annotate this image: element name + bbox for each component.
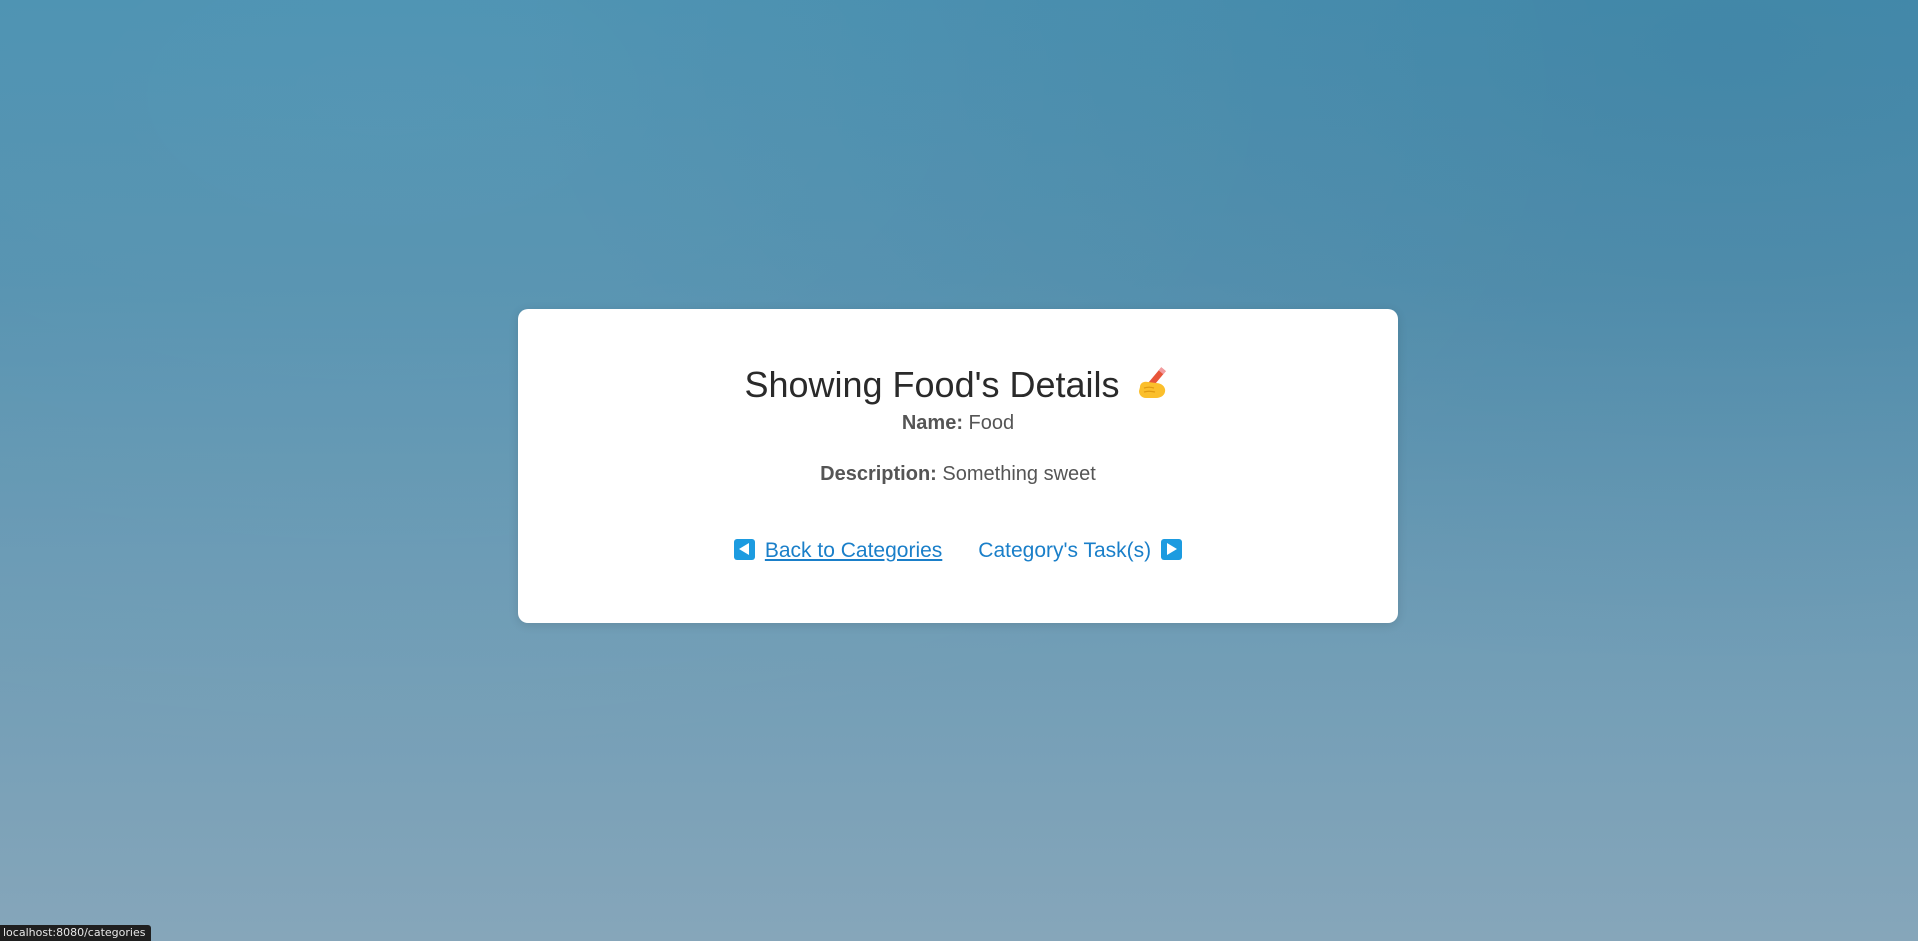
right-arrow-icon <box>1161 539 1183 560</box>
description-label: Description: <box>820 463 937 485</box>
page-title-text: Showing Food's Details <box>744 364 1120 405</box>
description-field: Description: Something sweet <box>518 461 1398 487</box>
status-bar-url: localhost:8080/categories <box>0 925 152 941</box>
page-title: Showing Food's Details <box>518 363 1398 407</box>
name-field: Name: Food <box>518 410 1398 436</box>
left-arrow-icon <box>733 539 755 560</box>
back-to-categories-label: Back to Categories <box>764 539 943 562</box>
category-tasks-label: Category's Task(s) <box>978 539 1152 562</box>
writing-hand-icon <box>1138 367 1166 398</box>
nav-links: Back to Categories Category's Task(s) <box>518 537 1398 565</box>
name-value: Food <box>968 412 1015 434</box>
description-value: Something sweet <box>942 463 1096 485</box>
name-label: Name: <box>901 412 963 434</box>
details-card: Showing Food's Details Name: Food Descri… <box>518 309 1398 623</box>
category-tasks-link[interactable]: Category's Task(s) <box>978 539 1183 562</box>
back-to-categories-link[interactable]: Back to Categories <box>733 539 943 562</box>
